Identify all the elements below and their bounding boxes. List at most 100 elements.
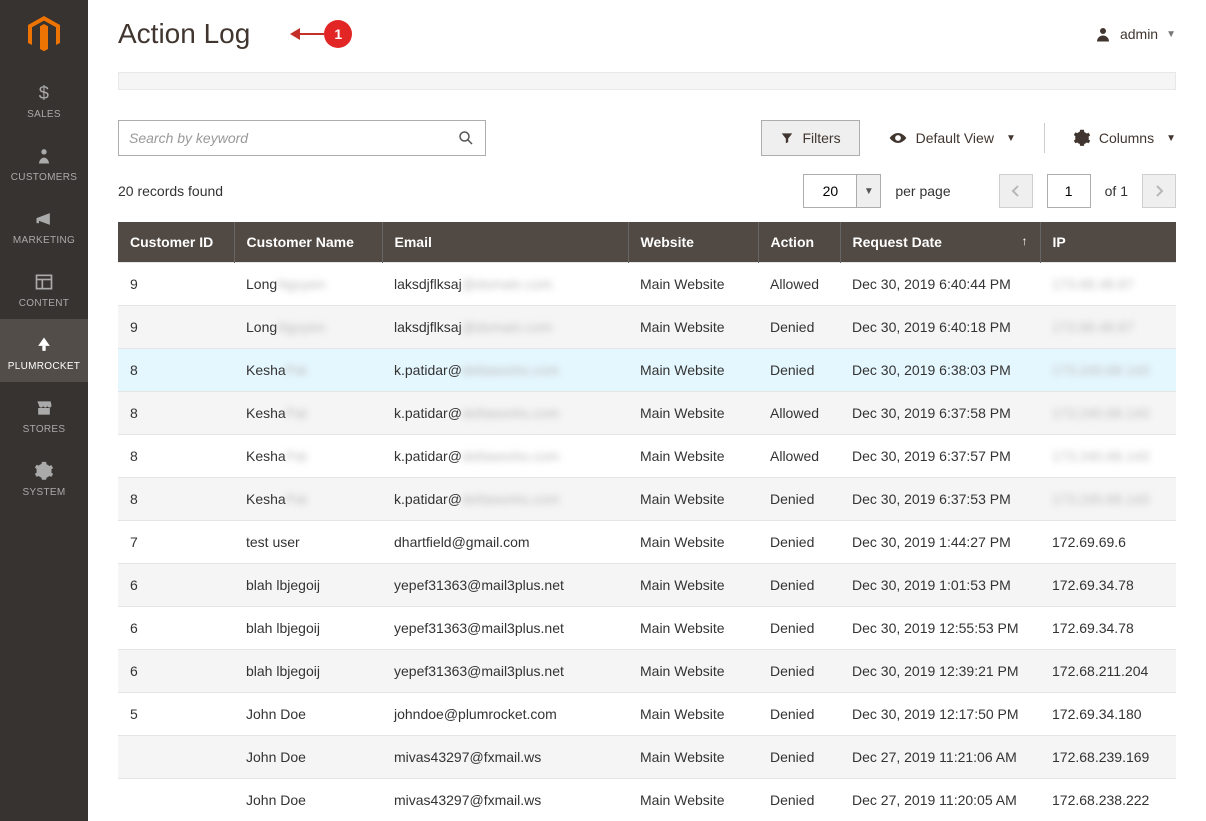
table-cell: Denied bbox=[758, 736, 840, 779]
table-cell: 172.69.34.78 bbox=[1040, 564, 1176, 607]
table-cell: Main Website bbox=[628, 521, 758, 564]
table-cell: 173.240.68.143 bbox=[1040, 478, 1176, 521]
nav-content[interactable]: CONTENT bbox=[0, 256, 88, 319]
filters-label: Filters bbox=[802, 130, 840, 146]
table-cell: 173.68.48.87 bbox=[1040, 263, 1176, 306]
nav-stores[interactable]: STORES bbox=[0, 382, 88, 445]
table-cell: Main Website bbox=[628, 650, 758, 693]
caret-down-icon: ▼ bbox=[1006, 133, 1016, 144]
col-email[interactable]: Email bbox=[382, 222, 628, 263]
table-cell: Dec 30, 2019 6:37:57 PM bbox=[840, 435, 1040, 478]
table-row[interactable]: 8Kesha Patk.patidar@deltaworks.comMain W… bbox=[118, 349, 1176, 392]
table-cell: Main Website bbox=[628, 392, 758, 435]
nav-label: PLUMROCKET bbox=[8, 361, 80, 372]
table-cell: k.patidar@deltaworks.com bbox=[382, 478, 628, 521]
search-box[interactable] bbox=[118, 120, 486, 156]
chevron-left-icon bbox=[1011, 185, 1021, 197]
table-row[interactable]: John Doemivas43297@fxmail.wsMain Website… bbox=[118, 779, 1176, 821]
col-customer-id[interactable]: Customer ID bbox=[118, 222, 234, 263]
col-ip[interactable]: IP bbox=[1040, 222, 1176, 263]
toolbar-separator bbox=[1044, 123, 1045, 153]
eye-icon bbox=[888, 131, 908, 145]
table-cell: 5 bbox=[118, 693, 234, 736]
table-cell: 6 bbox=[118, 607, 234, 650]
table-header-row: Customer ID Customer Name Email Website … bbox=[118, 222, 1176, 263]
columns-label: Columns bbox=[1099, 130, 1154, 146]
table-cell: Main Website bbox=[628, 478, 758, 521]
table-cell: John Doe bbox=[234, 779, 382, 821]
default-view-control[interactable]: Default View ▼ bbox=[888, 130, 1016, 146]
page-number-input[interactable] bbox=[1047, 174, 1091, 208]
table-row[interactable]: 8Kesha Patk.patidar@deltaworks.comMain W… bbox=[118, 435, 1176, 478]
pager-next-button[interactable] bbox=[1142, 174, 1176, 208]
table-cell: Denied bbox=[758, 564, 840, 607]
page-size-selector[interactable]: ▼ bbox=[803, 174, 881, 208]
sort-arrow-up-icon: ↑ bbox=[1022, 234, 1028, 248]
col-request-date[interactable]: Request Date↑ bbox=[840, 222, 1040, 263]
chevron-right-icon bbox=[1154, 185, 1164, 197]
table-row[interactable]: 9Long Nguyenlaksdjflksaj@domain.comMain … bbox=[118, 306, 1176, 349]
page-title: Action Log bbox=[118, 18, 250, 50]
table-cell: Main Website bbox=[628, 779, 758, 821]
table-cell: 172.68.211.204 bbox=[1040, 650, 1176, 693]
table-cell: Main Website bbox=[628, 564, 758, 607]
table-cell: laksdjflksaj@domain.com bbox=[382, 306, 628, 349]
table-cell: 8 bbox=[118, 392, 234, 435]
table-row[interactable]: 9Long Nguyenlaksdjflksaj@domain.comMain … bbox=[118, 263, 1176, 306]
nav-marketing[interactable]: MARKETING bbox=[0, 193, 88, 256]
table-cell: John Doe bbox=[234, 736, 382, 779]
table-cell bbox=[118, 736, 234, 779]
table-cell: 172.69.34.78 bbox=[1040, 607, 1176, 650]
table-cell: Dec 30, 2019 6:37:53 PM bbox=[840, 478, 1040, 521]
table-cell: John Doe bbox=[234, 693, 382, 736]
nav-sales[interactable]: $ SALES bbox=[0, 67, 88, 130]
table-row[interactable]: 6blah lbjegoijyepef31363@mail3plus.netMa… bbox=[118, 607, 1176, 650]
col-customer-name[interactable]: Customer Name bbox=[234, 222, 382, 263]
table-cell: Kesha Pat bbox=[234, 478, 382, 521]
filters-button[interactable]: Filters bbox=[761, 120, 859, 156]
table-cell: yepef31363@mail3plus.net bbox=[382, 564, 628, 607]
table-cell: 9 bbox=[118, 306, 234, 349]
table-cell: Dec 30, 2019 1:01:53 PM bbox=[840, 564, 1040, 607]
table-row[interactable]: 8Kesha Patk.patidar@deltaworks.comMain W… bbox=[118, 478, 1176, 521]
search-icon[interactable] bbox=[457, 129, 475, 147]
pager-prev-button[interactable] bbox=[999, 174, 1033, 208]
page-size-dropdown[interactable]: ▼ bbox=[856, 175, 880, 207]
callout-number: 1 bbox=[324, 20, 352, 48]
table-cell: Allowed bbox=[758, 263, 840, 306]
table-row[interactable]: 6blah lbjegoijyepef31363@mail3plus.netMa… bbox=[118, 564, 1176, 607]
nav-system[interactable]: SYSTEM bbox=[0, 445, 88, 508]
table-cell: Denied bbox=[758, 521, 840, 564]
table-cell: yepef31363@mail3plus.net bbox=[382, 607, 628, 650]
nav-label: CONTENT bbox=[19, 298, 69, 309]
search-input[interactable] bbox=[129, 130, 457, 146]
table-cell: Denied bbox=[758, 349, 840, 392]
table-cell: 172.68.238.222 bbox=[1040, 779, 1176, 821]
page-size-input[interactable] bbox=[804, 175, 856, 207]
table-cell: 173.240.68.143 bbox=[1040, 392, 1176, 435]
user-menu[interactable]: admin ▼ bbox=[1094, 25, 1176, 43]
table-row[interactable]: 7test userdhartfield@gmail.comMain Websi… bbox=[118, 521, 1176, 564]
table-cell: blah lbjegoij bbox=[234, 650, 382, 693]
table-cell: 8 bbox=[118, 349, 234, 392]
table-row[interactable]: 6blah lbjegoijyepef31363@mail3plus.netMa… bbox=[118, 650, 1176, 693]
nav-plumrocket[interactable]: PLUMROCKET bbox=[0, 319, 88, 382]
table-cell: Main Website bbox=[628, 263, 758, 306]
user-icon bbox=[1094, 25, 1112, 43]
table-cell: Dec 27, 2019 11:20:05 AM bbox=[840, 779, 1040, 821]
col-website[interactable]: Website bbox=[628, 222, 758, 263]
table-row[interactable]: John Doemivas43297@fxmail.wsMain Website… bbox=[118, 736, 1176, 779]
table-row[interactable]: 5John Doejohndoe@plumrocket.comMain Webs… bbox=[118, 693, 1176, 736]
table-cell: mivas43297@fxmail.ws bbox=[382, 736, 628, 779]
per-page-label: per page bbox=[895, 183, 950, 199]
action-log-table: Customer ID Customer Name Email Website … bbox=[118, 222, 1176, 821]
records-found: 20 records found bbox=[118, 183, 223, 199]
table-row[interactable]: 8Kesha Patk.patidar@deltaworks.comMain W… bbox=[118, 392, 1176, 435]
nav-customers[interactable]: CUSTOMERS bbox=[0, 130, 88, 193]
table-cell: Dec 27, 2019 11:21:06 AM bbox=[840, 736, 1040, 779]
columns-control[interactable]: Columns ▼ bbox=[1073, 129, 1176, 147]
col-action[interactable]: Action bbox=[758, 222, 840, 263]
table-cell: 172.69.69.6 bbox=[1040, 521, 1176, 564]
table-cell: Denied bbox=[758, 779, 840, 821]
table-cell: 172.69.34.180 bbox=[1040, 693, 1176, 736]
